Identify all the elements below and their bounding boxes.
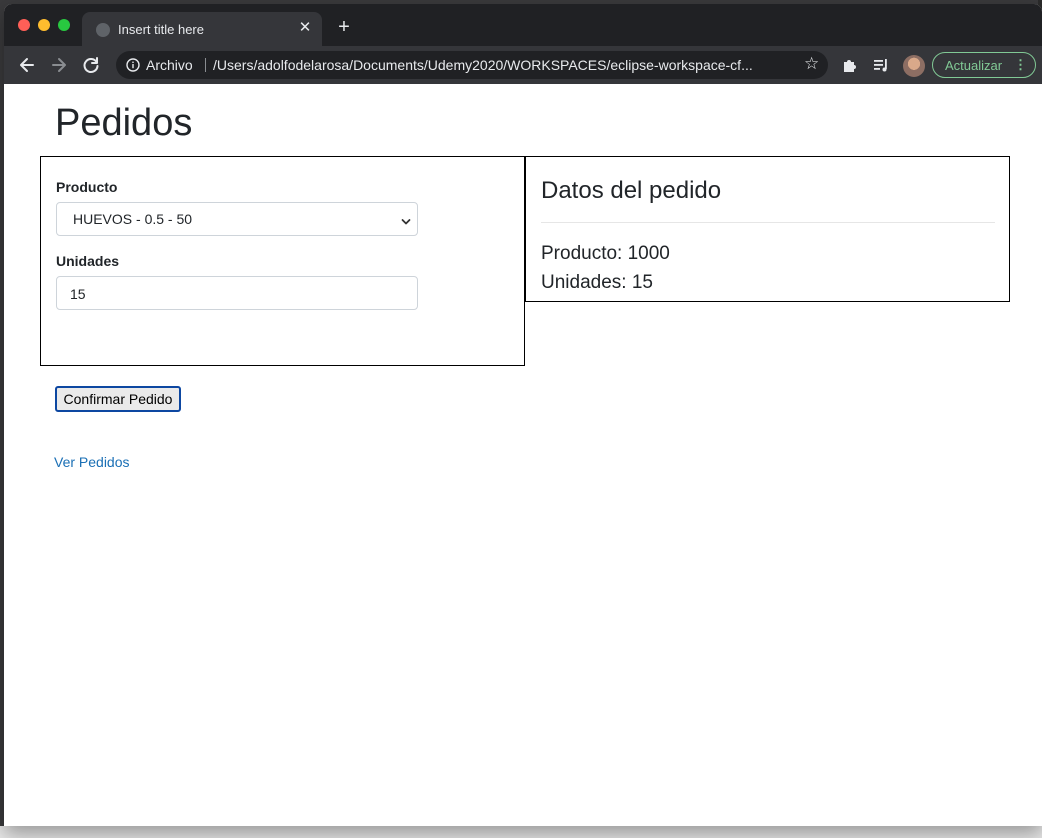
maximize-window-button[interactable] (58, 19, 70, 31)
bookmark-star-icon[interactable]: ☆ (804, 54, 819, 74)
close-tab-icon[interactable]: ✕ (296, 19, 314, 37)
desktop-background-bottom (0, 826, 1042, 838)
address-bar[interactable]: Archivo /Users/adolfodelarosa/Documents/… (116, 51, 828, 79)
page-content: Pedidos Producto HUEVOS - 0.5 - 50 Unida… (4, 84, 1042, 826)
chevron-down-icon (401, 214, 411, 225)
units-input-value: 15 (70, 286, 86, 302)
browser-window: Insert title here ✕ + Archivo /Users/ado… (4, 4, 1042, 826)
product-select-value: HUEVOS - 0.5 - 50 (73, 211, 193, 227)
summary-product: Producto: 1000 (541, 243, 670, 264)
units-input[interactable]: 15 (56, 276, 418, 310)
tab-active[interactable]: Insert title here ✕ (82, 12, 322, 46)
info-icon[interactable] (126, 58, 140, 72)
tab-strip: Insert title here ✕ + (4, 4, 1042, 46)
reload-icon[interactable] (80, 54, 102, 76)
profile-avatar[interactable] (903, 55, 925, 77)
security-label: Archivo (146, 57, 193, 73)
product-select[interactable]: HUEVOS - 0.5 - 50 (56, 202, 418, 236)
address-separator (205, 58, 206, 72)
update-button[interactable]: Actualizar ⋮ (932, 52, 1036, 78)
forward-icon[interactable] (48, 54, 70, 76)
url-text[interactable]: /Users/adolfodelarosa/Documents/Udemy202… (213, 57, 793, 73)
summary-divider (541, 222, 995, 223)
tab-title: Insert title here (118, 22, 204, 37)
page-title: Pedidos (55, 102, 193, 144)
minimize-window-button[interactable] (38, 19, 50, 31)
confirm-order-button[interactable]: Confirmar Pedido (55, 386, 181, 412)
new-tab-icon[interactable]: + (334, 17, 354, 38)
close-window-button[interactable] (18, 19, 30, 31)
order-summary: Datos del pedido Producto: 1000 Unidades… (525, 156, 1010, 302)
units-label: Unidades (56, 253, 120, 269)
order-form: Producto HUEVOS - 0.5 - 50 Unidades 15 (40, 156, 525, 366)
browser-toolbar: Archivo /Users/adolfodelarosa/Documents/… (4, 46, 1042, 84)
menu-dots-icon[interactable]: ⋮ (1014, 57, 1027, 73)
summary-title: Datos del pedido (541, 177, 722, 204)
media-playlist-icon[interactable] (871, 55, 891, 75)
back-icon[interactable] (16, 54, 38, 76)
summary-units: Unidades: 15 (541, 272, 653, 293)
update-label: Actualizar (945, 58, 1003, 73)
view-orders-link[interactable]: Ver Pedidos (54, 454, 130, 470)
extensions-puzzle-icon[interactable] (840, 55, 860, 75)
product-label: Producto (56, 179, 118, 195)
globe-icon (96, 23, 110, 37)
